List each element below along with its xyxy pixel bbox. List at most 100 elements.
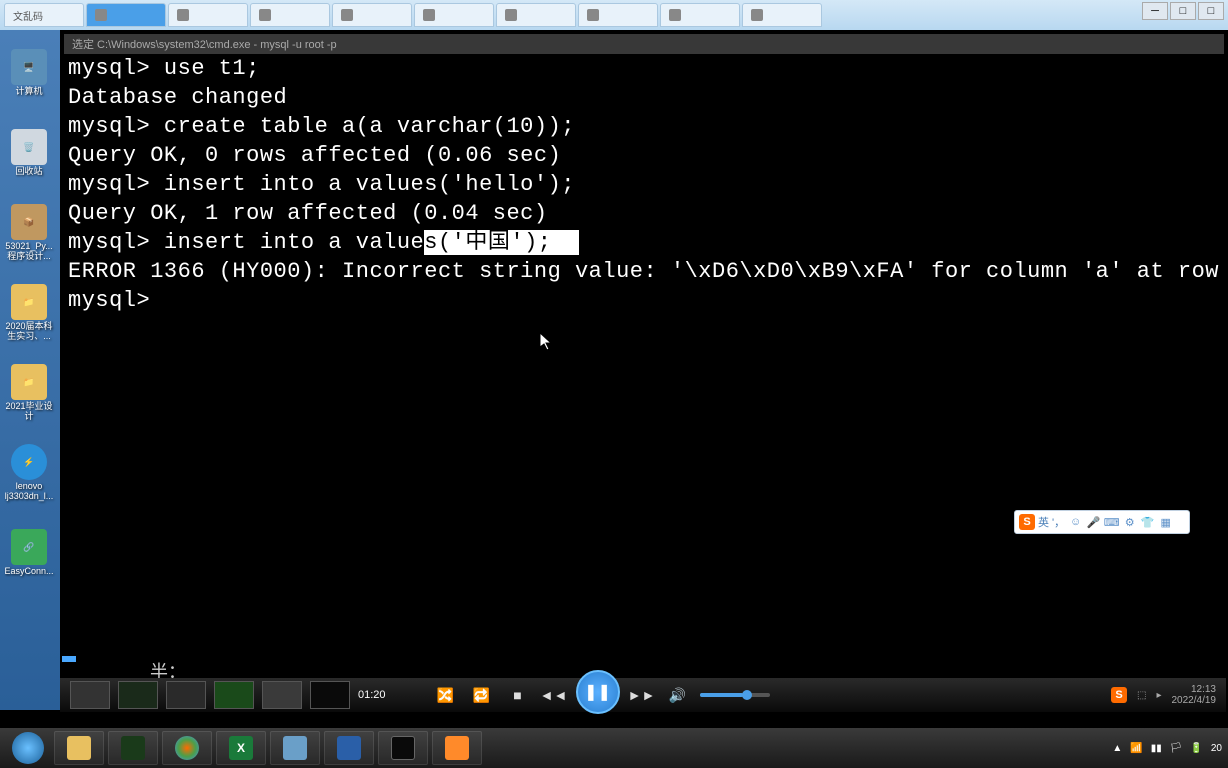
player-thumbnail[interactable] (310, 681, 350, 709)
icon-label: 回收站 (15, 167, 42, 177)
player-thumbnail[interactable] (70, 681, 110, 709)
minimize-button[interactable]: ─ (1142, 2, 1168, 20)
sogou-tray-icon[interactable]: S (1111, 687, 1127, 703)
desktop-icon-folder1[interactable]: 📁 2020届本科 生实习、... (0, 274, 58, 352)
taskbar-item-window[interactable] (270, 731, 320, 765)
desktop-icon-archive[interactable]: 📦 53021_Py... 程序设计... (0, 194, 58, 272)
desktop-icon-computer[interactable]: 🖥️ 计算机 (0, 34, 58, 112)
prev-button[interactable]: ◄◄ (540, 681, 568, 709)
browser-tab[interactable] (496, 3, 576, 27)
terminal-line: Query OK, 1 row affected (0.04 sec) (68, 199, 1220, 228)
player-thumbnail[interactable] (166, 681, 206, 709)
terminal-line: Database changed (68, 83, 1220, 112)
terminal-line-highlighted: mysql> insert into a values('中国'); (68, 228, 1220, 257)
terminal-line: mysql> use t1; (68, 54, 1220, 83)
repeat-button[interactable]: 🔁 (468, 681, 496, 709)
ime-lang-text[interactable]: 英 '， (1038, 514, 1065, 530)
chrome-icon (175, 736, 199, 760)
tab-favicon (423, 9, 435, 21)
tray-icon[interactable]: ▸ (1156, 690, 1161, 701)
terminal-selection: s('中国'); (424, 230, 579, 255)
window-icon (283, 736, 307, 760)
taskbar-item-pycharm[interactable] (108, 731, 158, 765)
tab-favicon (259, 9, 271, 21)
tab-favicon (505, 9, 517, 21)
terminal-titlebar[interactable]: 选定 C:\Windows\system32\cmd.exe - mysql -… (64, 34, 1224, 54)
icon-label: 计算机 (15, 87, 42, 97)
terminal-line: mysql> insert into a values('hello'); (68, 170, 1220, 199)
browser-tab[interactable] (660, 3, 740, 27)
browser-tab[interactable] (414, 3, 494, 27)
desktop-icon-easyconnect[interactable]: 🔗 EasyConn... (0, 514, 58, 592)
browser-tab[interactable]: 文乱码 (4, 3, 84, 27)
player-time: 01:20 (358, 689, 386, 701)
terminal-body[interactable]: mysql> use t1; Database changed mysql> c… (64, 54, 1224, 664)
browser-tab-active[interactable] (86, 3, 166, 27)
windows-taskbar: X ▲ 📶 ▮▮ 🏳 🔋 20 (0, 728, 1228, 768)
windows-orb-icon (12, 732, 44, 764)
window-buttons: ─ □ □ (1142, 2, 1224, 20)
tab-favicon (95, 9, 107, 21)
folder-icon: 📁 (11, 364, 47, 400)
taskbar-item-media[interactable] (432, 731, 482, 765)
tray-icon[interactable]: ⬚ (1137, 690, 1146, 701)
next-button[interactable]: ►► (628, 681, 656, 709)
tab-favicon (177, 9, 189, 21)
cmd-icon (391, 736, 415, 760)
terminal-line: Query OK, 0 rows affected (0.06 sec) (68, 141, 1220, 170)
flag-icon[interactable]: 🏳 (1170, 743, 1183, 754)
media-icon (445, 736, 469, 760)
play-pause-button[interactable]: ❚❚ (576, 670, 620, 714)
taskbar-item-excel[interactable]: X (216, 731, 266, 765)
terminal-line: mysql> (68, 286, 1220, 315)
browser-tab[interactable] (332, 3, 412, 27)
icon-label: 2021毕业设 计 (5, 402, 52, 422)
tray-up-icon[interactable]: ▲ (1112, 743, 1122, 754)
wifi-icon[interactable]: 📶 (1130, 743, 1142, 754)
shirt-icon[interactable]: 👕 (1140, 515, 1155, 530)
taskbar-item-browser[interactable] (162, 731, 212, 765)
close-button[interactable]: □ (1198, 2, 1224, 20)
archive-icon: 📦 (11, 204, 47, 240)
icon-label: 53021_Py... 程序设计... (5, 242, 52, 262)
tab-favicon (341, 9, 353, 21)
desktop-icon-folder2[interactable]: 📁 2021毕业设 计 (0, 354, 58, 432)
terminal-title-text: 选定 C:\Windows\system32\cmd.exe - mysql -… (72, 36, 337, 52)
scrollbar-highlight (62, 656, 76, 662)
shuffle-button[interactable]: 🔀 (432, 681, 460, 709)
connect-icon: 🔗 (11, 529, 47, 565)
browser-tab[interactable] (250, 3, 330, 27)
desktop-icon-lenovo[interactable]: ⚡ lenovo lj3303dn_l... (0, 434, 58, 512)
player-right-section: S ⬚ ▸ 12:13 2022/4/19 (1111, 684, 1216, 706)
volume-icon[interactable]: 🔊 (664, 681, 692, 709)
browser-tab[interactable] (742, 3, 822, 27)
start-button[interactable] (6, 730, 50, 766)
stop-button[interactable]: ■ (504, 681, 532, 709)
taskbar-item-cmd[interactable] (378, 731, 428, 765)
keyboard-icon[interactable]: ⌨ (1104, 515, 1119, 530)
browser-tab[interactable] (578, 3, 658, 27)
player-thumbnail[interactable] (262, 681, 302, 709)
volume-slider[interactable] (700, 693, 770, 697)
maximize-button[interactable]: □ (1170, 2, 1196, 20)
taskbar-item-explorer[interactable] (54, 731, 104, 765)
signal-icon[interactable]: ▮▮ (1151, 743, 1162, 754)
clock-date: 2022/4/19 (1172, 695, 1217, 706)
grid-icon[interactable]: ▦ (1158, 515, 1173, 530)
terminal-line: ERROR 1366 (HY000): Incorrect string val… (68, 257, 1220, 286)
desktop-icon-recycle[interactable]: 🗑️ 回收站 (0, 114, 58, 192)
battery-icon[interactable]: 🔋 (1190, 743, 1202, 754)
browser-tabs-bar: 文乱码 ─ □ □ (0, 0, 1228, 30)
browser-tab[interactable] (168, 3, 248, 27)
player-thumbnail[interactable] (118, 681, 158, 709)
mic-icon[interactable]: 🎤 (1086, 515, 1101, 530)
smile-icon[interactable]: ☺ (1068, 515, 1083, 530)
puzzle-icon[interactable]: ⚙ (1122, 515, 1137, 530)
taskbar-item-word[interactable] (324, 731, 374, 765)
ime-toolbar[interactable]: S 英 '， ☺ 🎤 ⌨ ⚙ 👕 ▦ (1014, 510, 1190, 534)
terminal-text: mysql> insert into a value (68, 230, 424, 255)
tab-favicon (587, 9, 599, 21)
volume-thumb[interactable] (742, 690, 752, 700)
sogou-logo-icon[interactable]: S (1019, 514, 1035, 530)
player-thumbnail[interactable] (214, 681, 254, 709)
